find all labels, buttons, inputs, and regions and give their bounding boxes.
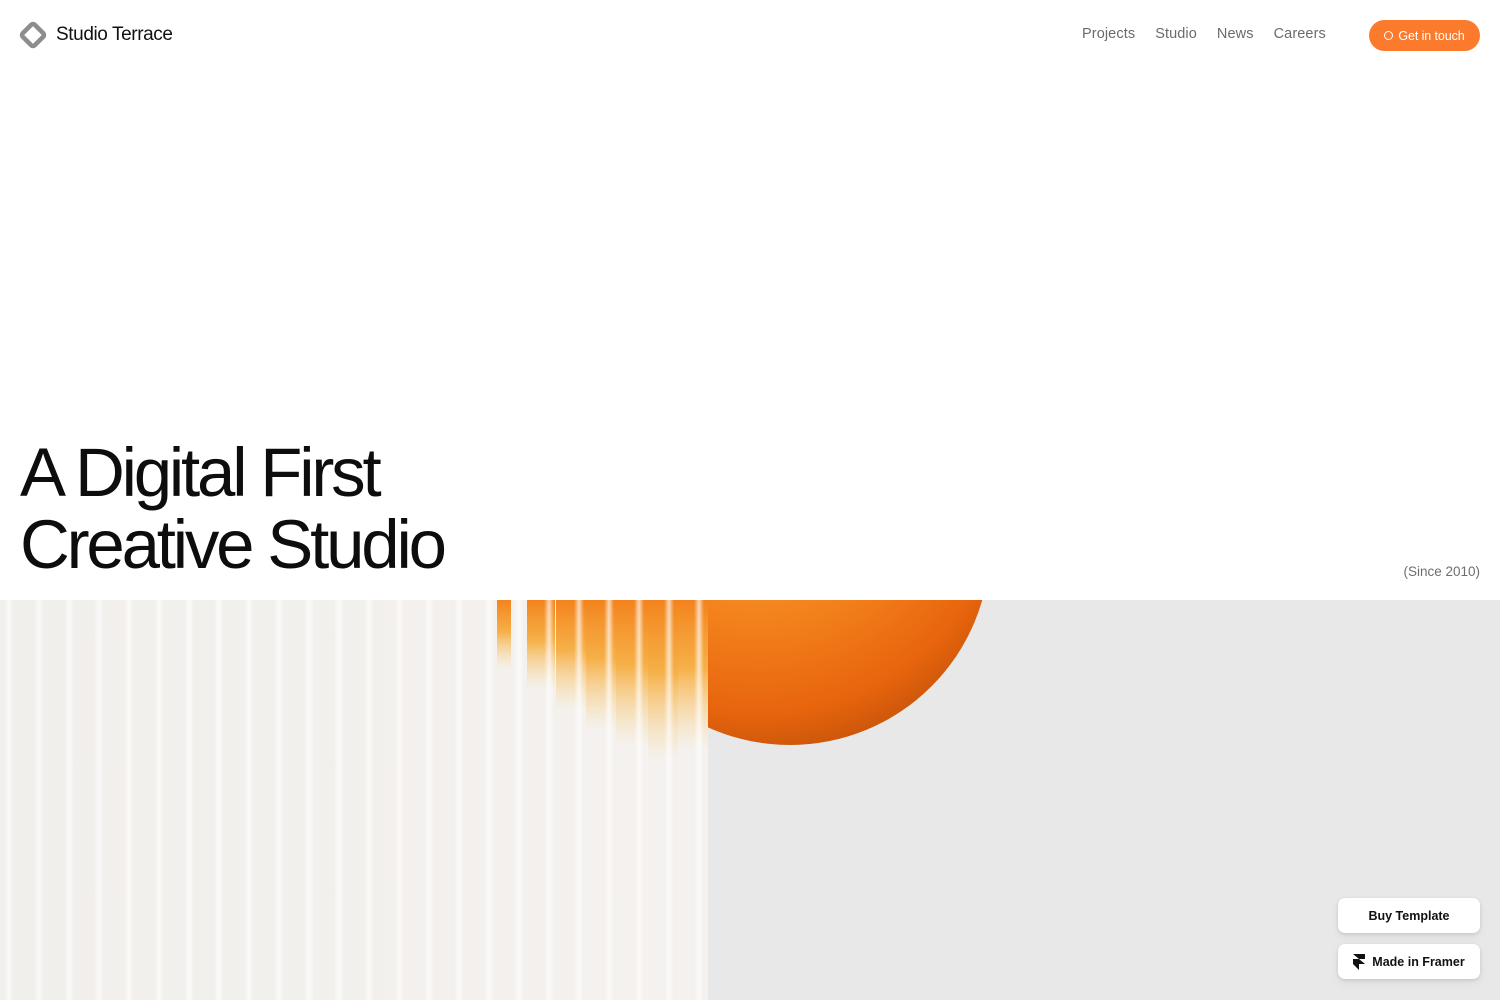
get-in-touch-label: Get in touch bbox=[1398, 28, 1465, 43]
hero-artwork bbox=[0, 600, 983, 1000]
nav-item-studio[interactable]: Studio bbox=[1155, 26, 1197, 42]
since-label: (Since 2010) bbox=[1403, 564, 1480, 579]
brand-name: Studio Terrace bbox=[56, 24, 173, 45]
circle-icon bbox=[1384, 31, 1394, 40]
nav-item-projects[interactable]: Projects bbox=[1082, 26, 1135, 42]
site-header: Studio Terrace Projects Studio News Care… bbox=[0, 0, 1500, 72]
buy-template-label: Buy Template bbox=[1368, 908, 1450, 923]
made-in-framer-label: Made in Framer bbox=[1372, 954, 1465, 969]
framer-logo-icon bbox=[1353, 953, 1366, 970]
nav-item-news[interactable]: News bbox=[1217, 26, 1254, 42]
hero-title-line-1: A Digital First bbox=[20, 434, 382, 511]
brand-logo-link[interactable]: Studio Terrace bbox=[19, 21, 173, 49]
made-in-framer-button[interactable]: Made in Framer bbox=[1338, 944, 1480, 979]
nav-item-careers[interactable]: Careers bbox=[1274, 26, 1326, 42]
hero-title-line-2: Creative Studio bbox=[20, 506, 447, 583]
main-nav: Projects Studio News Careers bbox=[1082, 26, 1326, 42]
get-in-touch-button[interactable]: Get in touch bbox=[1369, 20, 1480, 51]
buy-template-button[interactable]: Buy Template bbox=[1338, 898, 1480, 933]
hero-title: A Digital First Creative Studio bbox=[20, 434, 447, 583]
hero-image bbox=[0, 600, 1500, 1000]
diamond-logo-icon bbox=[19, 21, 47, 49]
